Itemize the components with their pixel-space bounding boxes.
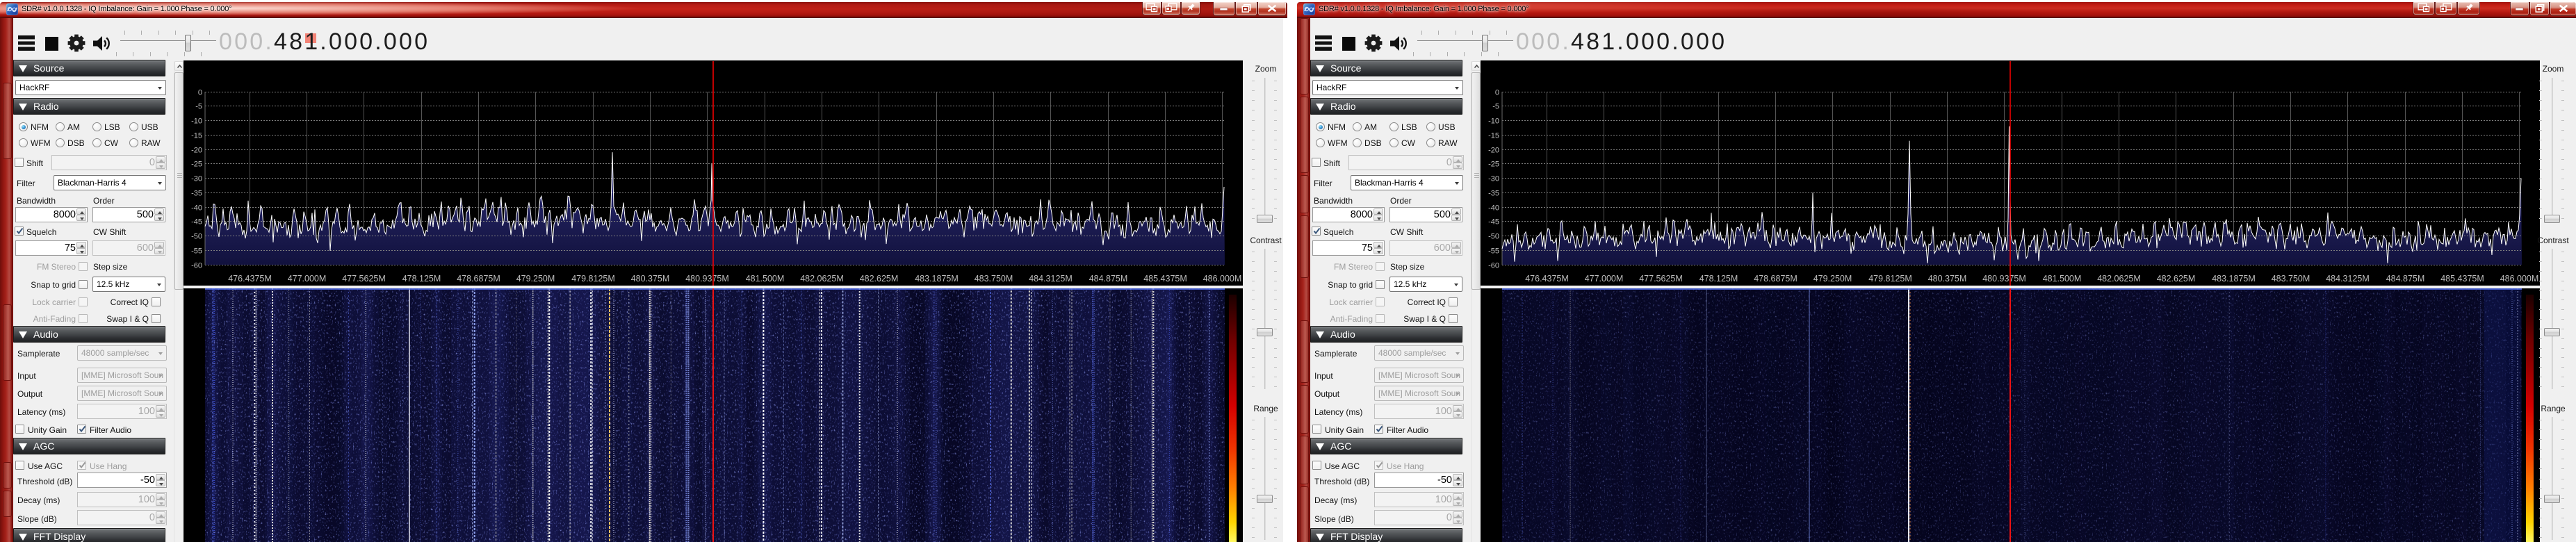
- svg-text:480.9375M: 480.9375M: [1982, 274, 2026, 284]
- svg-text:478.6875M: 478.6875M: [1754, 274, 1798, 284]
- svg-text:-60: -60: [191, 262, 202, 270]
- svg-text:479.250M: 479.250M: [516, 274, 555, 284]
- svg-text:476.4375M: 476.4375M: [228, 274, 272, 284]
- svg-text:478.6875M: 478.6875M: [457, 274, 500, 284]
- svg-text:-15: -15: [1488, 132, 1499, 140]
- svg-text:0: 0: [1495, 89, 1499, 97]
- svg-text:483.1875M: 483.1875M: [915, 274, 959, 284]
- svg-text:-35: -35: [1488, 190, 1499, 198]
- svg-text:-55: -55: [1488, 247, 1499, 256]
- svg-text:-10: -10: [191, 117, 202, 126]
- svg-text:480.375M: 480.375M: [1928, 274, 1967, 284]
- svg-text:481.500M: 481.500M: [746, 274, 785, 284]
- svg-text:486.000M: 486.000M: [1203, 274, 1242, 284]
- svg-text:-40: -40: [1488, 204, 1499, 213]
- svg-text:482.625M: 482.625M: [860, 274, 899, 284]
- svg-text:-5: -5: [1492, 103, 1499, 111]
- svg-text:-25: -25: [191, 161, 202, 169]
- svg-text:478.125M: 478.125M: [402, 274, 441, 284]
- svg-text:479.250M: 479.250M: [1813, 274, 1852, 284]
- svg-text:-45: -45: [191, 218, 202, 227]
- svg-text:482.625M: 482.625M: [2157, 274, 2196, 284]
- svg-text:-20: -20: [1488, 147, 1499, 155]
- svg-text:485.4375M: 485.4375M: [2440, 274, 2484, 284]
- svg-text:483.1875M: 483.1875M: [2212, 274, 2256, 284]
- svg-text:484.3125M: 484.3125M: [1029, 274, 1073, 284]
- svg-text:-10: -10: [1488, 117, 1499, 126]
- svg-text:485.4375M: 485.4375M: [1143, 274, 1187, 284]
- svg-text:477.5625M: 477.5625M: [342, 274, 386, 284]
- svg-text:476.4375M: 476.4375M: [1525, 274, 1569, 284]
- svg-text:-15: -15: [191, 132, 202, 140]
- svg-text:483.750M: 483.750M: [2272, 274, 2310, 284]
- svg-text:482.0625M: 482.0625M: [800, 274, 844, 284]
- svg-text:479.8125M: 479.8125M: [1868, 274, 1912, 284]
- svg-text:479.8125M: 479.8125M: [571, 274, 615, 284]
- svg-text:-60: -60: [1488, 262, 1499, 270]
- svg-text:477.000M: 477.000M: [288, 274, 327, 284]
- svg-text:481.500M: 481.500M: [2043, 274, 2082, 284]
- svg-text:-50: -50: [1488, 233, 1499, 241]
- svg-text:-55: -55: [191, 247, 202, 256]
- svg-text:0: 0: [198, 89, 202, 97]
- svg-text:-45: -45: [1488, 218, 1499, 227]
- svg-text:484.3125M: 484.3125M: [2326, 274, 2370, 284]
- svg-text:-50: -50: [191, 233, 202, 241]
- svg-text:-5: -5: [195, 103, 202, 111]
- svg-text:-20: -20: [191, 147, 202, 155]
- svg-text:484.875M: 484.875M: [2386, 274, 2425, 284]
- svg-text:477.000M: 477.000M: [1585, 274, 1624, 284]
- svg-text:-40: -40: [191, 204, 202, 213]
- svg-text:478.125M: 478.125M: [1699, 274, 1738, 284]
- svg-text:477.5625M: 477.5625M: [1639, 274, 1683, 284]
- svg-text:484.875M: 484.875M: [1089, 274, 1128, 284]
- svg-text:480.375M: 480.375M: [631, 274, 670, 284]
- svg-text:482.0625M: 482.0625M: [2097, 274, 2141, 284]
- svg-text:-30: -30: [1488, 175, 1499, 183]
- svg-text:-25: -25: [1488, 161, 1499, 169]
- svg-text:483.750M: 483.750M: [975, 274, 1013, 284]
- svg-text:-30: -30: [191, 175, 202, 183]
- svg-text:480.9375M: 480.9375M: [685, 274, 729, 284]
- svg-text:-35: -35: [191, 190, 202, 198]
